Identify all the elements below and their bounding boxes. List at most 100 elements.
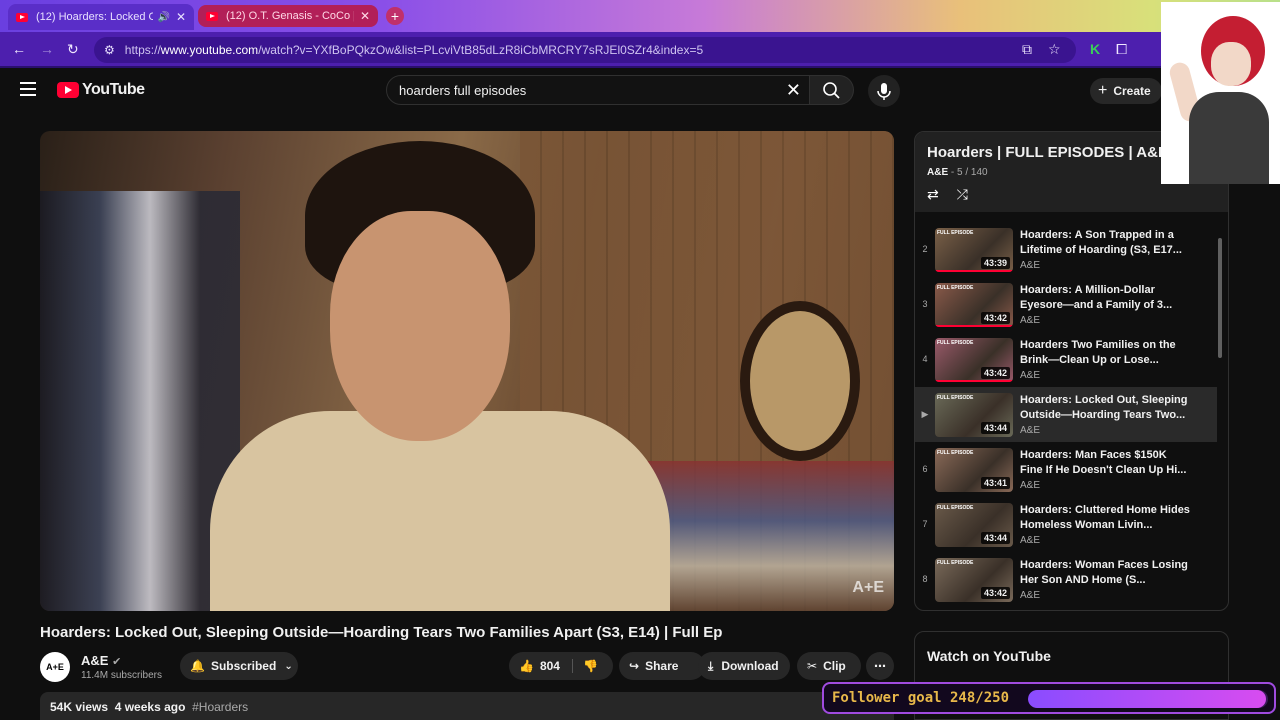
channel-avatar[interactable]: A+E xyxy=(40,652,70,682)
extensions-puzzle-icon[interactable]: ⧠ xyxy=(1116,41,1127,58)
duration-badge: 43:42 xyxy=(980,312,1010,324)
video-frame-mirror xyxy=(740,301,860,461)
bookmark-star-icon[interactable]: ☆ xyxy=(1048,41,1061,58)
youtube-favicon-icon xyxy=(206,11,218,21)
search-button[interactable] xyxy=(810,75,854,105)
follower-goal-bar xyxy=(1028,690,1268,708)
youtube-logo[interactable]: YouTube xyxy=(57,81,145,99)
loop-icon[interactable]: ⇄ xyxy=(927,186,939,202)
playlist-item-index: 3 xyxy=(922,299,928,309)
create-button[interactable]: + Create xyxy=(1090,78,1162,104)
channel-name-text: A&E xyxy=(81,653,109,668)
full-episode-label: FULL EPISODE xyxy=(937,450,974,456)
download-icon: ⤓ xyxy=(708,658,714,673)
playlist-item-channel: A&E xyxy=(1020,480,1041,491)
video-player[interactable]: A+E xyxy=(40,131,894,611)
playlist-position: 5 / 140 xyxy=(957,167,988,178)
url-host: www.youtube.com xyxy=(160,43,259,57)
playlist-controls: ⇄ ⤮ xyxy=(927,186,1216,203)
browser-tabstrip: (12) Hoarders: Locked Out, 🔊 ✕ (12) O.T.… xyxy=(0,0,1280,32)
playlist-item[interactable]: 6 FULL EPISODE 43:41 Hoarders: Man Faces $1… xyxy=(915,442,1217,497)
playlist-item-thumbnail[interactable]: FULL EPISODE 43:42 xyxy=(935,558,1013,602)
voice-search-button[interactable] xyxy=(868,75,900,107)
playlist-item-thumbnail[interactable]: FULL EPISODE 43:44 xyxy=(935,393,1013,437)
playlist-scrollbar[interactable] xyxy=(1218,238,1222,358)
playlist-item-channel: A&E xyxy=(1020,535,1041,546)
download-button[interactable]: ⤓ Download xyxy=(698,652,790,680)
playlist-item-channel: A&E xyxy=(1020,315,1041,326)
video-title: Hoarders: Locked Out, Sleeping Outside—H… xyxy=(40,624,723,641)
share-button[interactable]: ↪ Share xyxy=(619,652,705,680)
address-bar[interactable]: ⚙ https://www.youtube.com/watch?v=YXfBoP… xyxy=(94,37,1076,63)
browser-toolbar: ← → ↻ ⚙ https://www.youtube.com/watch?v=… xyxy=(0,32,1280,68)
install-app-icon[interactable]: ⧉ xyxy=(1022,41,1032,58)
more-actions-button[interactable]: ⋯ xyxy=(866,652,894,680)
forward-icon[interactable]: → xyxy=(40,41,54,57)
hashtag-link[interactable]: #Hoarders xyxy=(192,700,248,714)
video-frame-person xyxy=(210,141,670,611)
playlist-panel: Hoarders | FULL EPISODES | A&E A&E - 5 /… xyxy=(914,131,1229,611)
like-icon[interactable]: 👍 xyxy=(519,659,534,673)
tab-hoarders[interactable]: (12) Hoarders: Locked Out, 🔊 ✕ xyxy=(8,4,194,30)
back-icon[interactable]: ← xyxy=(12,41,26,57)
microphone-icon xyxy=(877,83,891,100)
youtube-header: YouTube hoarders full episodes ✕ + Creat… xyxy=(0,70,1280,110)
url-path: /watch?v=YXfBoPQkzOw&list=PLcviVtB85dLzR… xyxy=(258,43,704,57)
reload-icon[interactable]: ↻ xyxy=(67,41,79,58)
speaker-icon[interactable]: 🔊 xyxy=(157,12,169,23)
playlist-item[interactable]: 4 FULL EPISODE 43:42 Hoarders Two Families … xyxy=(915,332,1217,387)
playlist-item[interactable]: 8 FULL EPISODE 43:42 Hoarders: Woman Faces … xyxy=(915,552,1217,607)
playlist-item-thumbnail[interactable]: FULL EPISODE 43:42 xyxy=(935,338,1013,382)
playlist-item-title: Hoarders: Locked Out, Sleeping Outside—H… xyxy=(1020,394,1188,421)
playlist-item[interactable]: 2 FULL EPISODE 43:39 Hoarders: A Son Trappe… xyxy=(915,222,1217,277)
playlist-item-index: 2 xyxy=(922,244,928,254)
playlist-item-channel: A&E xyxy=(1020,425,1041,436)
site-info-icon[interactable]: ⚙ xyxy=(104,43,115,57)
clip-button[interactable]: ✂ Clip xyxy=(797,652,861,680)
playlist-item-thumbnail[interactable]: FULL EPISODE 43:39 xyxy=(935,228,1013,272)
like-dislike-group: 👍 804 👎 xyxy=(509,652,613,680)
full-episode-label: FULL EPISODE xyxy=(937,230,974,236)
playlist-item-thumbnail[interactable]: FULL EPISODE 43:41 xyxy=(935,448,1013,492)
duration-badge: 43:44 xyxy=(980,422,1010,434)
playlist-owner[interactable]: A&E xyxy=(927,167,948,178)
search-icon xyxy=(823,82,840,99)
playlist-item-thumbnail[interactable]: FULL EPISODE 43:44 xyxy=(935,503,1013,547)
clear-search-icon[interactable]: ✕ xyxy=(786,80,801,101)
full-episode-label: FULL EPISODE xyxy=(937,505,974,511)
dislike-icon[interactable]: 👎 xyxy=(571,659,598,673)
new-tab-button[interactable]: + xyxy=(386,7,404,25)
menu-icon[interactable] xyxy=(20,82,36,100)
shuffle-icon[interactable]: ⤮ xyxy=(957,186,968,202)
full-episode-label: FULL EPISODE xyxy=(937,395,974,401)
youtube-wordmark: YouTube xyxy=(82,81,145,98)
search-value: hoarders full episodes xyxy=(399,82,527,98)
playlist-item[interactable]: 7 FULL EPISODE 43:44 Hoarders: Cluttered Ho… xyxy=(915,497,1217,552)
youtube-play-icon xyxy=(57,82,79,98)
playlist-item-title: Hoarders: Woman Faces Losing Her Son AND… xyxy=(1020,559,1188,586)
close-tab-icon[interactable]: ✕ xyxy=(360,9,370,23)
playlist-item[interactable]: ▶ FULL EPISODE 43:44 Hoarders: Locked Out, … xyxy=(915,387,1217,442)
playlist-item-index: 4 xyxy=(922,354,928,364)
duration-badge: 43:42 xyxy=(980,587,1010,599)
duration-badge: 43:39 xyxy=(980,257,1010,269)
full-episode-label: FULL EPISODE xyxy=(937,340,974,346)
playlist-item[interactable]: 3 FULL EPISODE 43:42 Hoarders: A Million-Do… xyxy=(915,277,1217,332)
follower-goal-overlay: Follower goal 248/250 xyxy=(822,682,1276,714)
subscriber-count: 11.4M subscribers xyxy=(81,670,162,681)
clip-label: Clip xyxy=(823,659,846,673)
tab-title: (12) Hoarders: Locked Out, xyxy=(36,11,154,23)
extension-k-icon[interactable]: K xyxy=(1090,41,1100,57)
like-count[interactable]: 804 xyxy=(540,659,560,673)
webcam-overlay xyxy=(1161,2,1280,184)
playlist-item-channel: A&E xyxy=(1020,590,1041,601)
channel-name[interactable]: A&E ✔ xyxy=(81,653,121,668)
scissors-icon: ✂ xyxy=(807,659,818,673)
close-tab-icon[interactable]: ✕ xyxy=(176,10,186,24)
subscribed-button[interactable]: 🔔 Subscribed ⌄ xyxy=(180,652,298,680)
search-input[interactable]: hoarders full episodes ✕ xyxy=(386,75,810,105)
playlist-item-thumbnail[interactable]: FULL EPISODE 43:42 xyxy=(935,283,1013,327)
tab-coco[interactable]: (12) O.T. Genasis - CoCo [Offici ✕ xyxy=(198,5,378,27)
verified-icon: ✔ xyxy=(112,656,122,668)
description-box[interactable]: 54K views 4 weeks ago #Hoarders xyxy=(40,692,894,720)
